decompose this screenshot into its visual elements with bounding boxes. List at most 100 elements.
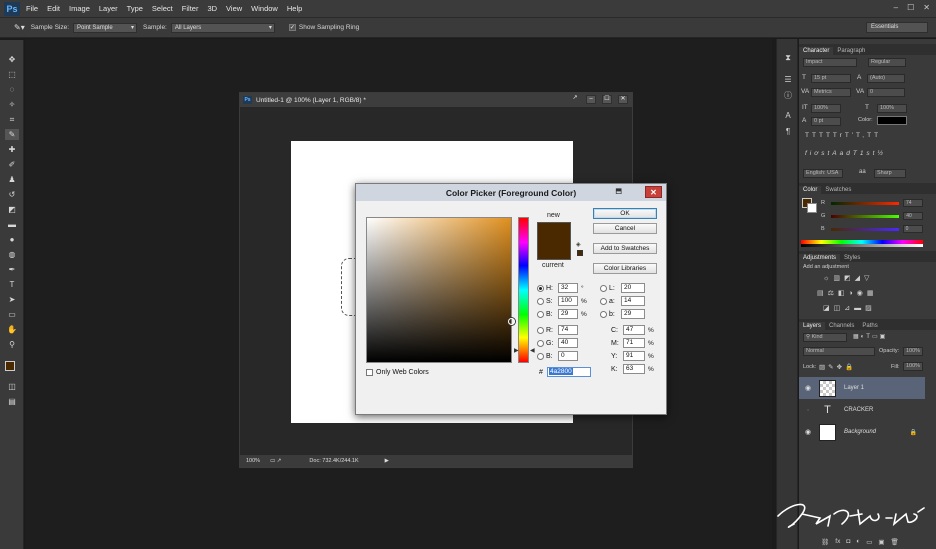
menu-filter[interactable]: Filter bbox=[182, 4, 199, 13]
blur-tool-icon[interactable]: ● bbox=[5, 234, 19, 245]
screen-mode-icon[interactable]: ▤ bbox=[5, 396, 19, 407]
subscript-icon[interactable]: T, bbox=[856, 132, 867, 139]
opentype-buttons[interactable]: fiơstAadT1st½ bbox=[805, 150, 886, 157]
path-select-tool-icon[interactable]: ➤ bbox=[5, 294, 19, 305]
tracking-select[interactable]: 0 bbox=[867, 88, 905, 97]
leading-input[interactable]: (Auto) bbox=[867, 74, 905, 83]
vertical-scale-input[interactable]: 100% bbox=[811, 104, 841, 113]
font-size-input[interactable]: 15 pt bbox=[811, 74, 851, 83]
lab-l-input[interactable]: 20 bbox=[621, 283, 645, 293]
red-value[interactable]: 74 bbox=[902, 199, 923, 207]
titling-icon[interactable]: T bbox=[853, 150, 860, 157]
tab-paragraph[interactable]: Paragraph bbox=[833, 47, 869, 55]
faux-bold-icon[interactable]: T bbox=[805, 132, 812, 139]
color-libraries-button[interactable]: Color Libraries bbox=[593, 263, 657, 274]
saturation-radio[interactable] bbox=[537, 297, 544, 305]
workspace-select[interactable]: Essentials bbox=[866, 22, 928, 33]
visibility-eye-hidden-icon[interactable]: ▫ bbox=[803, 407, 813, 414]
dialog-close-button[interactable]: ✕ bbox=[645, 186, 662, 198]
alternates-icon[interactable]: ad bbox=[840, 150, 853, 157]
hex-input[interactable]: 4a2800 bbox=[547, 367, 591, 377]
all-caps-icon[interactable]: TT bbox=[819, 132, 833, 139]
green-input[interactable]: 40 bbox=[558, 338, 578, 348]
new-adjustment-icon[interactable]: ◐ bbox=[856, 538, 860, 546]
eyedropper-tool-icon[interactable]: ✎ bbox=[5, 129, 19, 140]
menu-edit[interactable]: Edit bbox=[47, 4, 60, 13]
hand-tool-icon[interactable]: ✋ bbox=[5, 324, 19, 335]
blue-slider[interactable] bbox=[830, 227, 899, 231]
add-to-swatches-button[interactable]: Add to Swatches bbox=[593, 243, 657, 254]
cyan-input[interactable]: 47 bbox=[623, 325, 645, 335]
adjustment-icons-row-2[interactable]: ▤⚖◧◑◉▦ bbox=[817, 289, 877, 297]
quick-select-tool-icon[interactable]: ✧ bbox=[5, 99, 19, 110]
sample-size-select[interactable]: Point Sample bbox=[73, 22, 138, 33]
green-slider[interactable] bbox=[831, 214, 900, 218]
lab-b-radio[interactable] bbox=[600, 310, 607, 318]
quick-mask-icon[interactable]: ◫ bbox=[5, 381, 19, 392]
clone-stamp-tool-icon[interactable]: ♟ bbox=[5, 174, 19, 185]
marquee-tool-icon[interactable]: ⬚ bbox=[5, 69, 19, 80]
layer-name[interactable]: Background bbox=[844, 429, 876, 435]
rectangle-tool-icon[interactable]: ▭ bbox=[5, 309, 19, 320]
green-radio[interactable] bbox=[537, 339, 544, 347]
eyedropper-preset-icon[interactable]: ✎▾ bbox=[14, 23, 25, 32]
font-style-select[interactable]: Regular bbox=[868, 58, 906, 67]
brightness-input[interactable]: 29 bbox=[558, 309, 578, 319]
add-mask-icon[interactable]: ◘ bbox=[846, 538, 850, 546]
new-group-icon[interactable]: ▭ bbox=[866, 538, 872, 546]
discretionary-icon[interactable]: st bbox=[821, 150, 832, 157]
menu-file[interactable]: File bbox=[26, 4, 38, 13]
visibility-eye-icon[interactable]: ◉ bbox=[803, 384, 813, 392]
color-selection-ring[interactable] bbox=[508, 318, 515, 325]
blue-value[interactable]: 0 bbox=[902, 225, 923, 233]
lab-a-radio[interactable] bbox=[600, 297, 607, 305]
yellow-input[interactable]: 91 bbox=[623, 351, 645, 361]
minimize-button[interactable]: – bbox=[894, 3, 898, 12]
menu-view[interactable]: View bbox=[226, 4, 242, 13]
delete-layer-icon[interactable]: 🗑 bbox=[891, 538, 899, 546]
lock-icons[interactable]: ▨✎✥🔒 bbox=[819, 363, 856, 371]
layer-row-cracker[interactable]: ▫ T CRACKER bbox=[799, 399, 925, 421]
gradient-tool-icon[interactable]: ▬ bbox=[5, 219, 19, 230]
crop-tool-icon[interactable]: ⌗ bbox=[5, 114, 19, 125]
layer-filter-select[interactable]: ⚲ Kind bbox=[803, 333, 847, 342]
visibility-eye-icon[interactable]: ◉ bbox=[803, 428, 813, 436]
text-color-swatch[interactable] bbox=[877, 116, 907, 125]
show-sampling-ring-checkbox[interactable]: ✓ bbox=[288, 24, 296, 31]
blue-input[interactable]: 0 bbox=[558, 351, 578, 361]
color-panel-background-swatch[interactable] bbox=[807, 203, 817, 213]
link-layers-icon[interactable]: ⛓ bbox=[821, 538, 829, 546]
character-panel-icon[interactable]: A bbox=[782, 111, 794, 121]
ordinals-icon[interactable]: 1st bbox=[860, 150, 878, 157]
eraser-tool-icon[interactable]: ◩ bbox=[5, 204, 19, 215]
text-style-buttons[interactable]: TTTTTrT'T,TT bbox=[805, 132, 881, 139]
menu-3d[interactable]: 3D bbox=[207, 4, 217, 13]
horizontal-scale-input[interactable]: 100% bbox=[877, 104, 907, 113]
layer-filter-icons[interactable]: ▦◐T▭▣ bbox=[853, 333, 887, 340]
history-brush-tool-icon[interactable]: ↺ bbox=[5, 189, 19, 200]
lasso-tool-icon[interactable]: ◌ bbox=[5, 84, 19, 95]
hue-slider-right-arrow-icon[interactable]: ◀ bbox=[530, 347, 535, 354]
dialog-title-bar[interactable]: Color Picker (Foreground Color) ⬒ ✕ bbox=[356, 184, 666, 201]
tab-channels[interactable]: Channels bbox=[825, 322, 858, 330]
tab-adjustments[interactable]: Adjustments bbox=[799, 254, 841, 262]
kerning-select[interactable]: Metrics bbox=[811, 88, 851, 97]
magenta-input[interactable]: 71 bbox=[623, 338, 645, 348]
color-spectrum-ramp[interactable] bbox=[801, 240, 923, 247]
menu-layer[interactable]: Layer bbox=[99, 4, 118, 13]
type-tool-icon[interactable]: T bbox=[5, 279, 19, 290]
cancel-button[interactable]: Cancel bbox=[593, 223, 657, 234]
baseline-shift-input[interactable]: 0 pt bbox=[811, 117, 841, 126]
red-radio[interactable] bbox=[537, 326, 544, 334]
close-app-button[interactable]: ✕ bbox=[923, 3, 930, 12]
healing-brush-tool-icon[interactable]: ✚ bbox=[5, 144, 19, 155]
font-family-select[interactable]: Impact bbox=[803, 58, 857, 67]
green-value[interactable]: 40 bbox=[903, 212, 924, 220]
info-panel-icon[interactable]: ⓘ bbox=[782, 91, 794, 101]
saturation-input[interactable]: 100 bbox=[558, 296, 578, 306]
fractions-icon[interactable]: ½ bbox=[877, 150, 885, 157]
status-menu-arrow-icon[interactable]: ▶ bbox=[385, 458, 389, 464]
foreground-color-swatch[interactable] bbox=[5, 361, 15, 371]
lab-a-input[interactable]: 14 bbox=[621, 296, 645, 306]
pen-tool-icon[interactable]: ✒ bbox=[5, 264, 19, 275]
